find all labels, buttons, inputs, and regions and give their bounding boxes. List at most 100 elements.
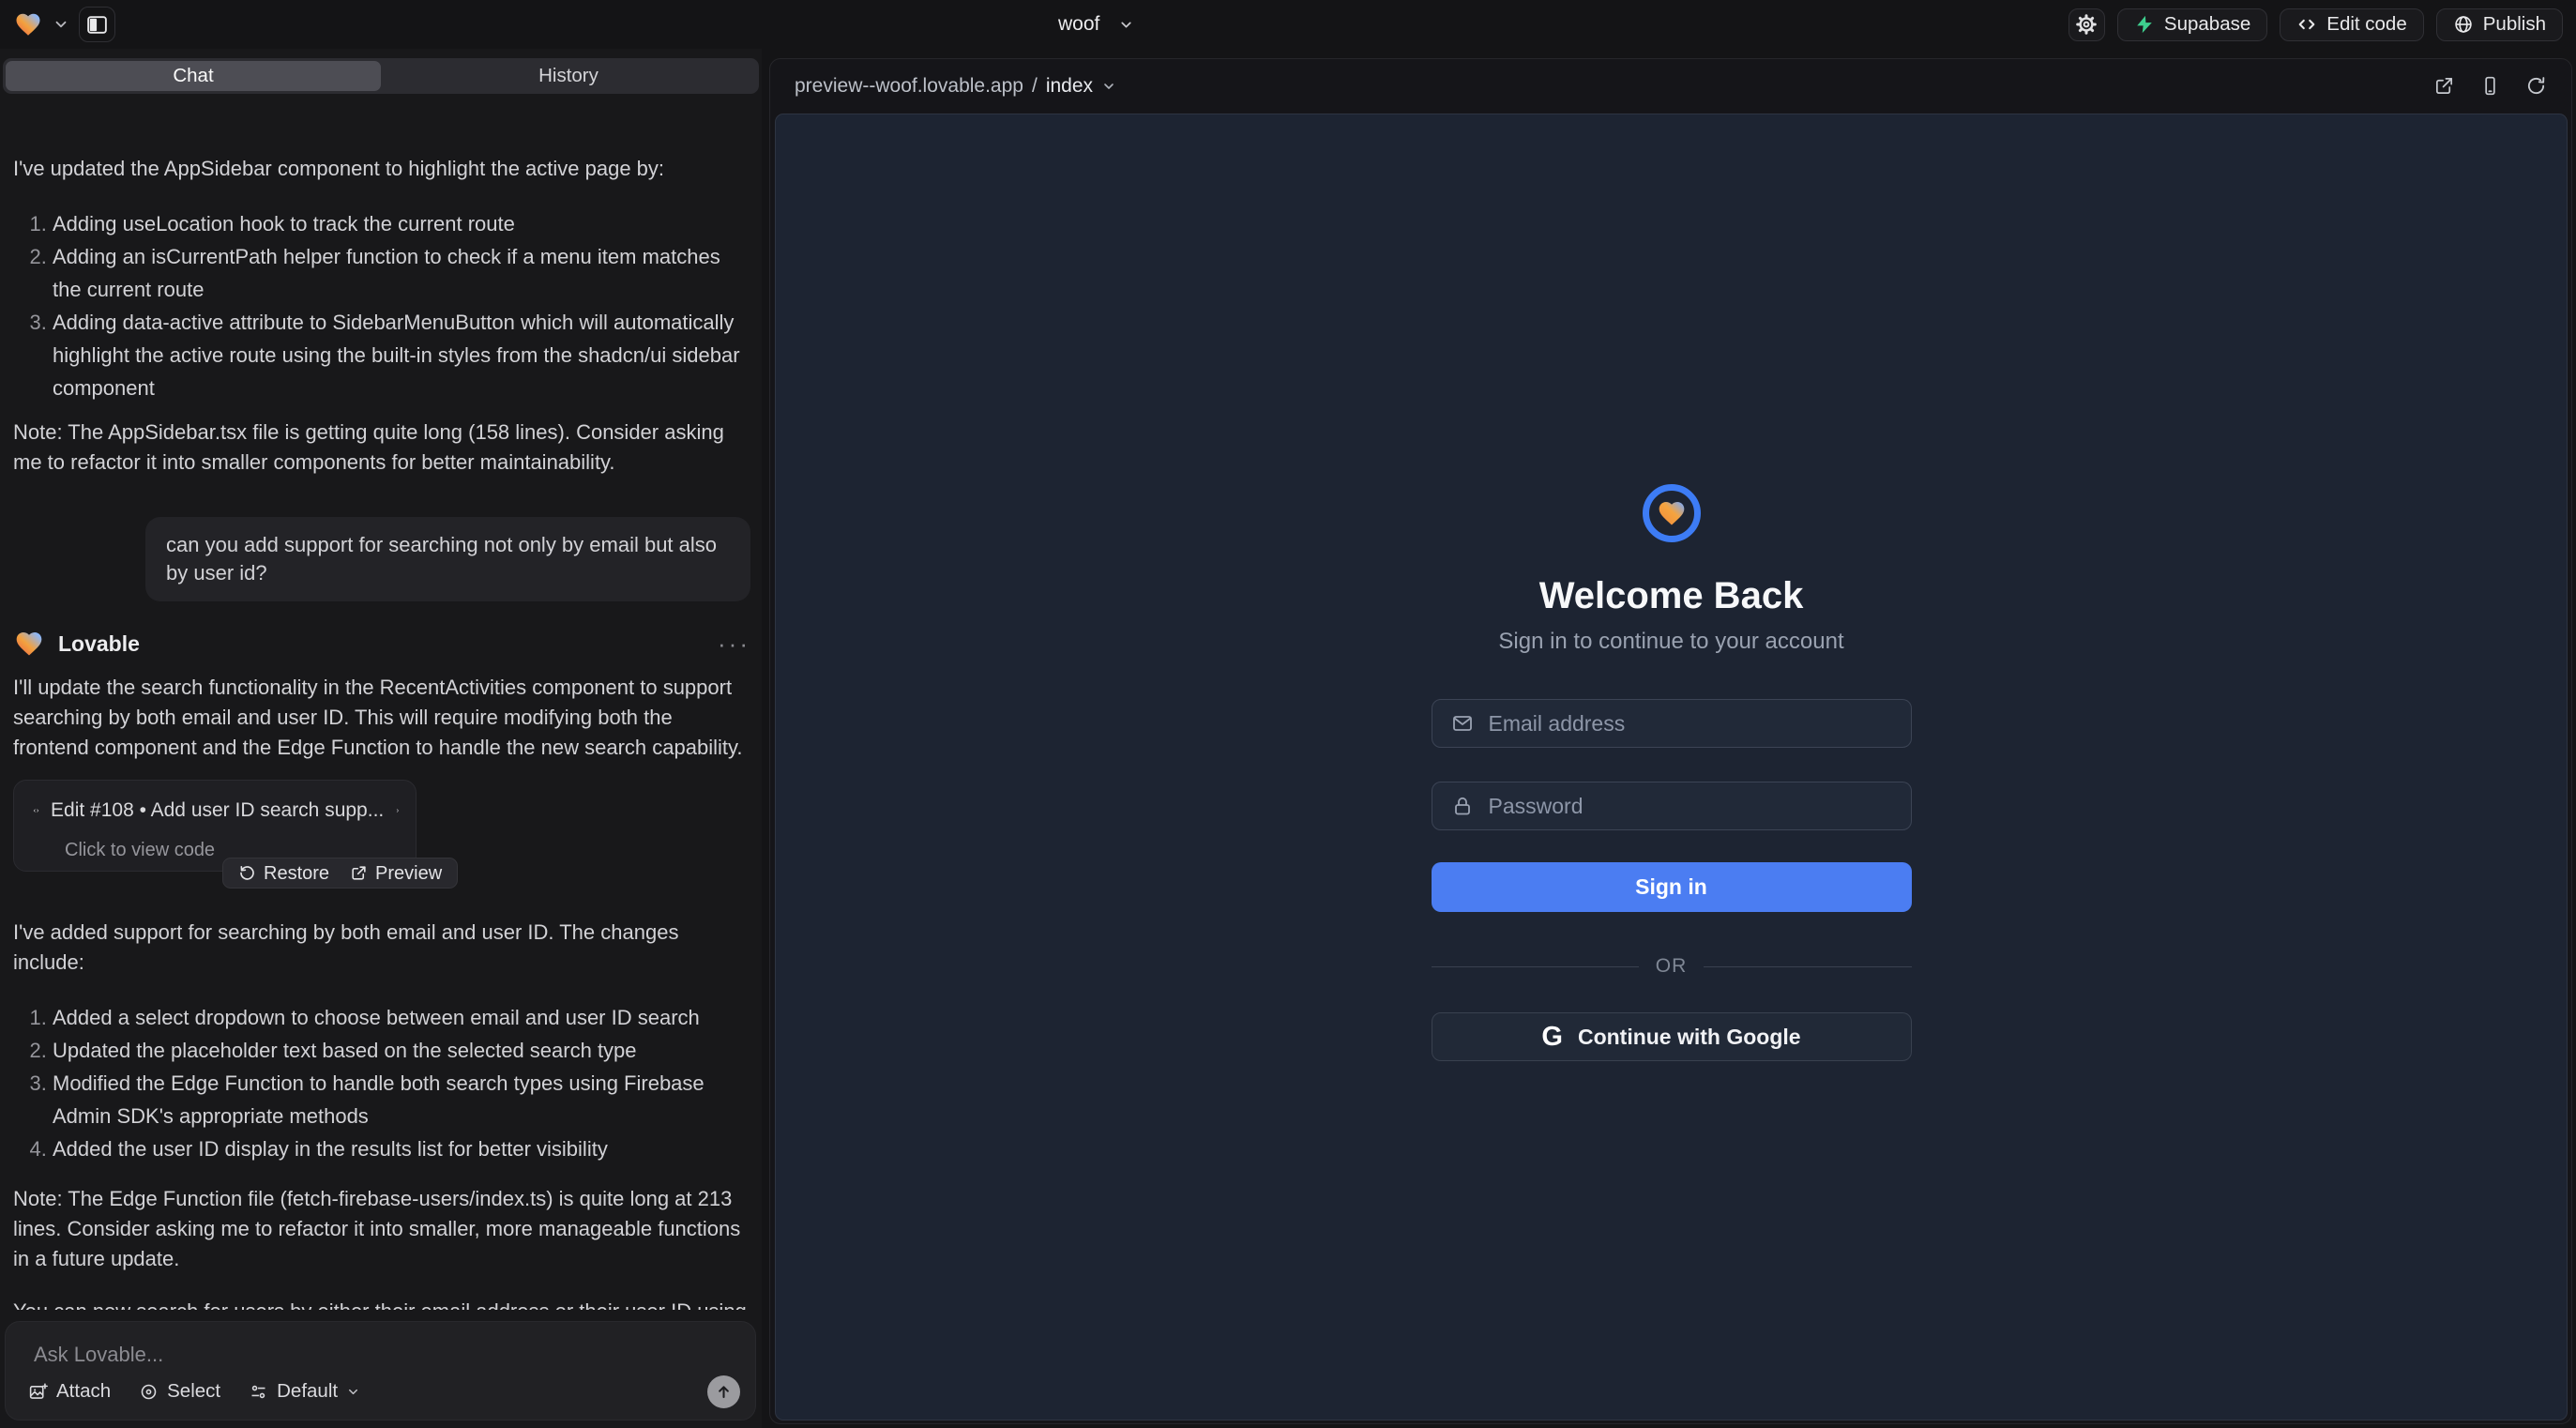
arrow-up-icon [715, 1383, 733, 1401]
google-sign-in-button[interactable]: G Continue with Google [1432, 1012, 1912, 1061]
password-placeholder: Password [1489, 794, 1583, 819]
preview-label: Preview [375, 858, 442, 889]
gear-icon [2075, 13, 2098, 36]
app-heart-icon [1656, 498, 1688, 528]
attach-image-icon [28, 1382, 48, 1402]
panel-left-icon [85, 13, 109, 37]
tab-history[interactable]: History [381, 61, 756, 91]
open-in-new-window-icon[interactable] [2433, 75, 2455, 97]
assistant-note: Note: The Edge Function file (fetch-fire… [13, 1184, 750, 1274]
project-name: woof [1058, 13, 1099, 36]
assistant-paragraph: I've added support for searching by both… [13, 918, 750, 978]
preview-toolbar [2433, 75, 2547, 97]
list-item: Adding useLocation hook to track the cur… [53, 207, 750, 240]
google-button-label: Continue with Google [1578, 1025, 1801, 1050]
mode-label: Default [277, 1380, 338, 1403]
project-switcher[interactable]: woof [1058, 0, 1134, 49]
restore-button[interactable]: Restore [238, 858, 329, 889]
composer-input[interactable]: Ask Lovable... [34, 1343, 163, 1367]
login-heading: Welcome Back [1539, 576, 1804, 615]
preview-button[interactable]: Preview [350, 858, 442, 889]
supabase-bolt-icon [2134, 14, 2155, 35]
preview-url-domain[interactable]: preview--woof.lovable.app [795, 75, 1023, 98]
edit-card-title: Edit #108 • Add user ID search supp... [51, 796, 384, 826]
tab-chat[interactable]: Chat [6, 61, 381, 91]
publish-button[interactable]: Publish [2436, 8, 2563, 41]
topbar-left [0, 7, 115, 42]
mobile-view-icon[interactable] [2479, 75, 2501, 97]
assistant-note: Note: The AppSidebar.tsx file is getting… [13, 418, 750, 478]
select-target-icon [139, 1382, 159, 1402]
login-subheading: Sign in to continue to your account [1498, 629, 1843, 655]
list-item: Adding data-active attribute to SidebarM… [53, 306, 750, 404]
user-message-text: can you add support for searching not on… [166, 533, 717, 585]
more-options-icon[interactable]: ··· [718, 629, 750, 659]
edit-card-wrapper: Edit #108 • Add user ID search supp... C… [13, 780, 750, 889]
list-item: Adding an isCurrentPath helper function … [53, 240, 750, 306]
attach-button[interactable]: Attach [28, 1380, 111, 1403]
select-label: Select [167, 1380, 220, 1403]
list-item: Updated the placeholder text based on th… [53, 1034, 750, 1067]
edit-card-actions: Restore Preview [222, 858, 458, 889]
or-label: OR [1656, 955, 1688, 978]
mail-icon [1451, 712, 1474, 735]
restore-label: Restore [264, 858, 329, 889]
external-link-icon [350, 864, 368, 882]
restore-icon [238, 864, 256, 882]
preview-url-page[interactable]: index [1046, 75, 1093, 98]
publish-label: Publish [2483, 13, 2546, 36]
assistant-header: Lovable ··· [13, 626, 750, 661]
assistant-name: Lovable [58, 629, 140, 659]
divider-line [1704, 966, 1911, 967]
list-item: Added a select dropdown to choose betwee… [53, 1001, 750, 1034]
preview-url-bar: preview--woof.lovable.app / index [770, 59, 2571, 113]
code-icon [2296, 14, 2317, 35]
password-field[interactable]: Password [1432, 782, 1912, 830]
chat-panel: Chat History I've updated the AppSidebar… [0, 49, 762, 1428]
globe-icon [2453, 14, 2474, 35]
chevron-down-icon [346, 1385, 360, 1399]
edit-code-button[interactable]: Edit code [2280, 8, 2423, 41]
list-item: Added the user ID display in the results… [53, 1132, 750, 1165]
or-divider: OR [1432, 955, 1912, 978]
assistant-paragraph: I'll update the search functionality in … [13, 673, 750, 763]
chevron-right-icon[interactable] [395, 802, 401, 819]
email-placeholder: Email address [1489, 711, 1626, 737]
preview-iframe: Welcome Back Sign in to continue to your… [775, 114, 2568, 1420]
send-button[interactable] [707, 1375, 740, 1408]
preview-panel: preview--woof.lovable.app / index [769, 58, 2572, 1424]
login-page: Welcome Back Sign in to continue to your… [1432, 114, 1912, 1061]
lovable-logo-icon[interactable] [13, 10, 43, 38]
supabase-button[interactable]: Supabase [2117, 8, 2267, 41]
url-chevron-down-icon[interactable] [1101, 79, 1116, 94]
settings-button[interactable] [2068, 8, 2105, 41]
edit-card-header: Edit #108 • Add user ID search supp... [33, 796, 401, 826]
divider-line [1432, 966, 1639, 967]
sign-in-button[interactable]: Sign in [1432, 862, 1912, 912]
chat-history-tabs: Chat History [3, 58, 759, 94]
toggle-sidebar-button[interactable] [79, 7, 115, 42]
email-field[interactable]: Email address [1432, 699, 1912, 748]
preview-url-separator: / [1032, 75, 1038, 98]
assistant-paragraph: You can now search for users by either t… [13, 1297, 750, 1310]
composer: Ask Lovable... Attach Select [5, 1321, 756, 1420]
mode-selector[interactable]: Default [249, 1380, 360, 1403]
refresh-icon[interactable] [2525, 75, 2547, 97]
logo-menu-chevron-icon[interactable] [53, 16, 69, 33]
assistant-numbered-list: Added a select dropdown to choose betwee… [13, 1001, 750, 1165]
topbar: woof Supabase Edit co [0, 0, 2576, 49]
app-logo-ring [1643, 484, 1701, 542]
chat-messages: I've updated the AppSidebar component to… [13, 154, 750, 1310]
assistant-paragraph: I've updated the AppSidebar component to… [13, 154, 750, 184]
sliders-icon [249, 1382, 268, 1402]
google-g-icon: G [1541, 1022, 1563, 1053]
lovable-avatar-heart-icon [13, 629, 45, 659]
assistant-numbered-list: Adding useLocation hook to track the cur… [13, 207, 750, 404]
attach-label: Attach [56, 1380, 111, 1403]
list-item: Modified the Edge Function to handle bot… [53, 1067, 750, 1132]
select-button[interactable]: Select [139, 1380, 220, 1403]
topbar-right: Supabase Edit code Publish [2068, 8, 2576, 41]
edit-code-label: Edit code [2326, 13, 2406, 36]
composer-toolbar: Attach Select Default [28, 1375, 740, 1408]
code-icon [33, 800, 39, 821]
